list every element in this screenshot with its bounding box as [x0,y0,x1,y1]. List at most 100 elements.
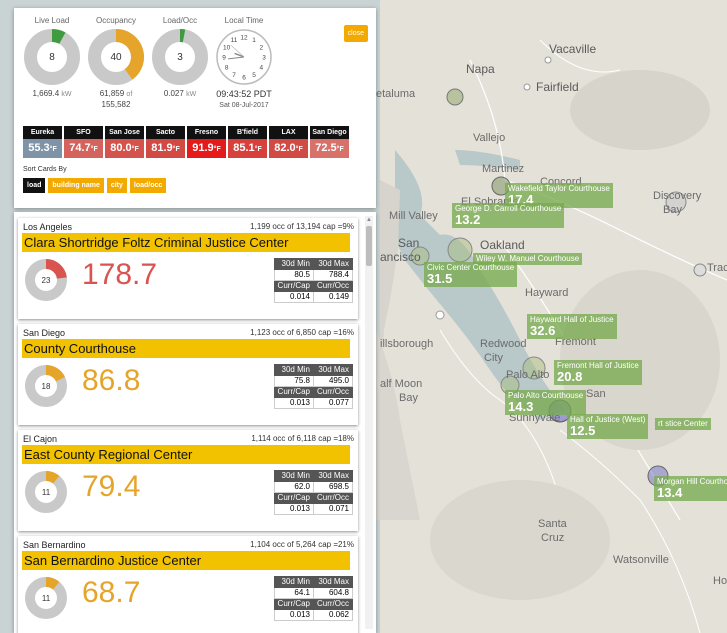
temperature-strip: Eureka 55.3°F SFO 74.7°F San Jose 80.0°F Sacto… [23,126,349,158]
gauge-title: Live Load [34,16,70,25]
stat-curr-occ: 0.062 [313,609,353,621]
marker-value: 14.3 [508,399,534,414]
clock-numeral: 10 [223,45,231,52]
card-load-value: 178.7 [82,258,158,291]
building-card[interactable]: Los Angeles 1,199 occ of 13,194 cap =9% Cl… [18,218,358,319]
map-courthouse-marker[interactable]: Palo Alto Courthouse 14.3 [505,390,587,415]
temperature-value-box: 80.0°F [105,139,144,158]
stat-header: Curr/Occ [313,598,353,610]
temperature-unit: °F [49,146,57,153]
map-courthouse-marker[interactable]: Hayward Hall of Justice 32.6 [527,314,617,339]
stat-30d-max: 788.4 [313,269,353,281]
stat-curr-cap: 0.013 [273,503,315,515]
map-place-label: Napa [466,62,495,76]
map-place-label: Martinez [482,163,525,175]
clock-numeral: 2 [260,45,264,52]
clock-numeral: 12 [240,35,248,42]
map-place-label: City [484,352,503,364]
map-place-label: Vallejo [473,132,506,144]
stat-header: 30d Max [313,364,353,376]
stat-header: Curr/Occ [313,492,353,504]
sort-by-city-button[interactable]: city [106,178,127,193]
temperature-value-box: 91.9°F [187,139,226,158]
temperature-tile: LAX 82.0°F [269,126,308,158]
stat-30d-max: 604.8 [313,587,353,599]
live-load-gauge: Live Load 8 1,669.4 kW [21,16,83,100]
map-place-label: illsborough [380,338,434,350]
temperature-tile: B'field 85.1°F [228,126,267,158]
temperature-value-box: 82.0°F [269,139,308,158]
temperature-city: SFO [64,126,103,139]
sort-by-load-occ-button[interactable]: load/occ [129,178,167,193]
map-place-label: Palo Alto [506,369,550,381]
stat-30d-min: 62.0 [273,481,315,493]
map-place-label: Redwood [480,338,527,350]
marker-value: 12.5 [570,423,596,438]
clock-numeral: 4 [260,65,264,72]
card-donut: 18 [25,365,67,407]
scroll-up-icon[interactable]: ▲ [365,216,373,224]
scroll-thumb[interactable] [366,226,372,266]
sort-by-building-name-button[interactable]: building name [48,178,104,193]
card-occupancy: 1,114 occ of 6,118 cap =18% [251,434,354,443]
donut-fill-arc [45,577,60,590]
temperature-tile: Fresno 91.9°F [187,126,226,158]
building-card-list[interactable]: Los Angeles 1,199 occ of 13,194 cap =9% Cl… [14,212,376,633]
map-place-label: Discovery [653,190,702,202]
occupancy-gauge: Occupancy 40 61,859 of 155,582 [85,16,147,110]
marker-value: 13.4 [657,485,683,500]
map-courthouse-marker[interactable]: Morgan Hill Courthouse 13.4 [654,476,727,501]
donut-center-value: 8 [49,52,55,63]
temperature-tile: Sacto 81.9°F [146,126,185,158]
card-load-value: 86.8 [82,364,141,397]
map-place-label: Bay [399,392,418,404]
gauge-value: 0.027 [163,89,184,98]
temperature-value: 82.0 [274,142,296,154]
temperature-value: 55.3 [28,142,50,154]
gauge-unit: of [126,91,133,98]
clock-numeral: 1 [252,37,256,44]
map-courthouse-marker[interactable]: Civic Center Courthouse 31.5 [424,262,518,287]
stat-header: Curr/Cap [273,492,315,504]
building-card[interactable]: El Cajon 1,114 occ of 6,118 cap =18% East … [18,430,358,531]
clock-numeral: 3 [262,55,266,62]
stat-header: 30d Min [273,258,315,270]
scrollbar[interactable]: ▲ [365,216,373,629]
temperature-city: Sacto [146,126,185,139]
gauge-title: Occupancy [95,16,137,25]
temperature-city: Eureka [23,126,62,139]
marker-value: 20.8 [557,369,583,384]
map-place-label: Ho [713,575,727,587]
stat-header: 30d Max [313,576,353,588]
clock-numeral: 8 [225,65,229,72]
card-city: El Cajon [23,434,58,444]
map-place-label: ancisco [380,250,421,264]
stat-curr-cap: 0.014 [273,291,315,303]
occupancy-donut: 40 [88,29,144,85]
map-courthouse-marker[interactable]: Hall of Justice (West) 12.5 [567,414,649,439]
card-building-name: San Bernardino Justice Center [22,551,350,570]
load-per-occ-donut: 3 [152,29,208,85]
card-donut: 11 [25,471,67,513]
map-place-label: San [398,236,420,250]
close-button[interactable]: close [343,25,368,42]
local-time: 09:43:52 PDT [216,89,272,99]
building-card[interactable]: San Diego 1,123 occ of 6,850 cap =16% Coun… [18,324,358,425]
map-courthouse-marker[interactable]: rt stice Center [655,418,711,430]
stat-30d-min: 64.1 [273,587,315,599]
card-stats-table: 30d Min 30d Max 80.5 788.4 Curr/Cap Curr/Occ 0… [273,258,353,303]
gauge-title: Local Time [224,16,264,25]
temperature-value: 81.9 [151,142,173,154]
temperature-unit: °F [131,146,139,153]
live-load-donut: 8 [24,29,80,85]
temperature-value-box: 81.9°F [146,139,185,158]
card-occupancy: 1,123 occ of 6,850 cap =16% [250,328,354,337]
sort-by-load-button[interactable]: load [23,178,46,193]
map-courthouse-marker[interactable]: George D. Carroll Courthouse 13.2 [452,203,565,228]
temperature-unit: °F [254,146,262,153]
building-card[interactable]: San Bernardino 1,104 occ of 5,264 cap =21… [18,536,358,633]
gauge-unit: kW [186,91,197,98]
gauge-value: 61,859 [99,89,125,98]
donut-center-value: 11 [42,594,51,603]
map-courthouse-marker[interactable]: Fremont Hall of Justice 20.8 [554,360,642,385]
